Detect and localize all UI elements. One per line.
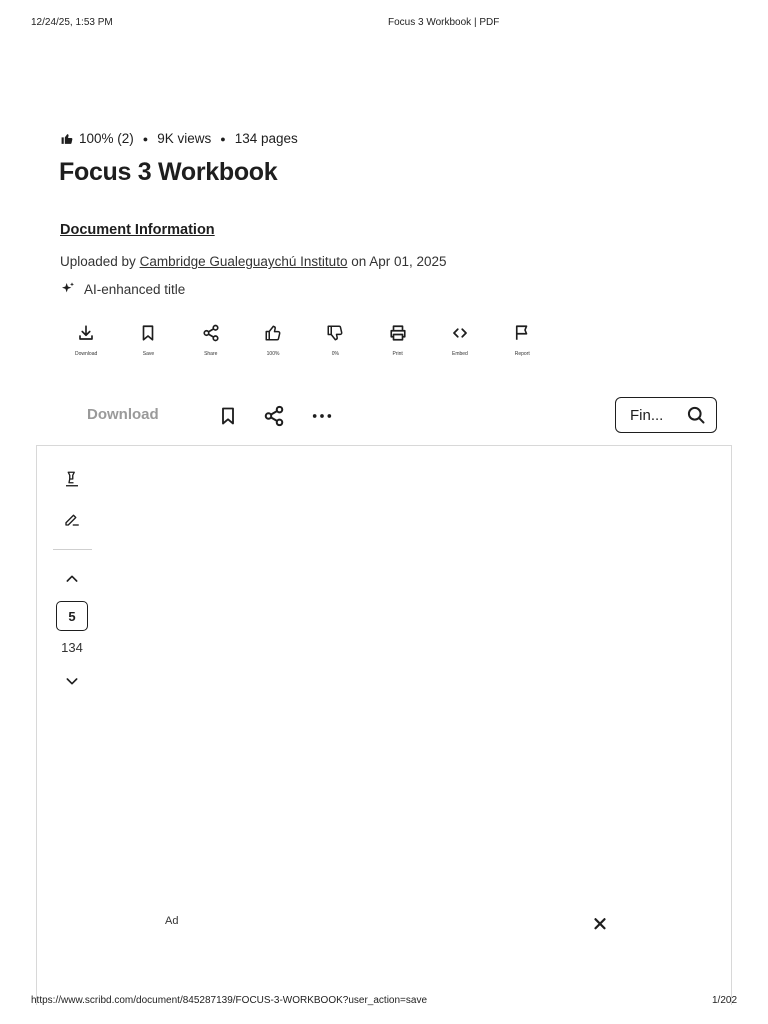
print-icon bbox=[390, 325, 406, 341]
uploader-link[interactable]: Cambridge Gualeguaychú Instituto bbox=[140, 254, 348, 269]
rating-text: 100% (2) bbox=[79, 131, 134, 146]
save-action-label: Save bbox=[142, 351, 155, 357]
download-action[interactable]: Download bbox=[55, 324, 117, 357]
toolbar-download-button[interactable]: Download bbox=[87, 406, 159, 423]
document-actions: Download Save Share 100% 0% Print Embed … bbox=[55, 324, 553, 357]
ad-label: Ad bbox=[165, 915, 179, 927]
next-page-chevron-down-icon[interactable] bbox=[62, 673, 82, 689]
previous-page-chevron-up-icon[interactable] bbox=[62, 571, 82, 587]
download-icon bbox=[79, 325, 93, 340]
uploaded-prefix: Uploaded by bbox=[60, 254, 136, 269]
find-in-document-input[interactable]: Fin... bbox=[615, 397, 717, 433]
print-action[interactable]: Print bbox=[366, 324, 428, 357]
sparkle-icon bbox=[62, 282, 74, 293]
flag-icon bbox=[516, 325, 528, 340]
share-icon bbox=[203, 324, 219, 342]
uploaded-by-line: Uploaded by Cambridge Gualeguaychú Insti… bbox=[60, 254, 447, 269]
views-count: 9K views bbox=[157, 131, 212, 146]
document-viewer bbox=[36, 445, 732, 1005]
document-stats: 100% (2) ● 9K views ● 134 pages bbox=[60, 131, 298, 146]
more-options-icon[interactable] bbox=[310, 405, 334, 427]
bookmark-icon bbox=[143, 325, 154, 341]
report-action-label: Report bbox=[514, 351, 530, 357]
ai-enhanced-label: AI-enhanced title bbox=[84, 281, 186, 297]
save-action[interactable]: Save bbox=[117, 324, 179, 357]
viewer-tools-divider bbox=[53, 549, 92, 550]
ai-enhanced-title: AI-enhanced title bbox=[60, 281, 185, 297]
footer-url: https://www.scribd.com/document/84528713… bbox=[31, 995, 428, 1006]
toolbar-bookmark-icon[interactable] bbox=[218, 405, 238, 427]
document-title: Focus 3 Workbook bbox=[59, 158, 278, 186]
dislike-action-label: 0% bbox=[331, 351, 339, 357]
download-action-label: Download bbox=[75, 351, 98, 357]
upload-date: on Apr 01, 2025 bbox=[351, 254, 447, 269]
thumbs-up-icon bbox=[265, 325, 281, 341]
print-page-title: Focus 3 Workbook | PDF bbox=[388, 17, 500, 28]
separator-dot: ● bbox=[220, 133, 226, 144]
embed-action-label: Embed bbox=[452, 351, 468, 357]
report-action[interactable]: Report bbox=[491, 324, 553, 357]
text-highlight-tool-icon[interactable] bbox=[62, 470, 82, 488]
close-ad-icon[interactable] bbox=[591, 912, 609, 934]
like-action[interactable]: 100% bbox=[242, 324, 304, 357]
share-action[interactable]: Share bbox=[180, 324, 242, 357]
print-action-label: Print bbox=[392, 351, 403, 357]
separator-dot: ● bbox=[142, 133, 149, 144]
print-datetime: 12/24/25, 1:53 PM bbox=[31, 17, 113, 28]
total-pages: 134 bbox=[61, 640, 83, 655]
document-info-heading[interactable]: Document Information bbox=[60, 222, 215, 238]
toolbar-share-icon[interactable] bbox=[263, 405, 285, 427]
footer-page-counter: 1/202 bbox=[712, 995, 738, 1006]
search-icon[interactable] bbox=[686, 405, 706, 425]
current-page-input[interactable]: 5 bbox=[56, 601, 88, 631]
share-action-label: Share bbox=[204, 351, 218, 357]
like-action-label: 100% bbox=[266, 351, 280, 357]
embed-icon bbox=[453, 328, 467, 338]
thumbs-down-icon bbox=[327, 325, 343, 341]
find-placeholder: Fin... bbox=[630, 406, 664, 424]
page-count: 134 pages bbox=[234, 131, 298, 146]
thumbs-up-filled-icon bbox=[61, 134, 73, 144]
annotate-pencil-icon[interactable] bbox=[62, 510, 82, 528]
embed-action[interactable]: Embed bbox=[429, 324, 491, 357]
dislike-action[interactable]: 0% bbox=[304, 324, 366, 357]
